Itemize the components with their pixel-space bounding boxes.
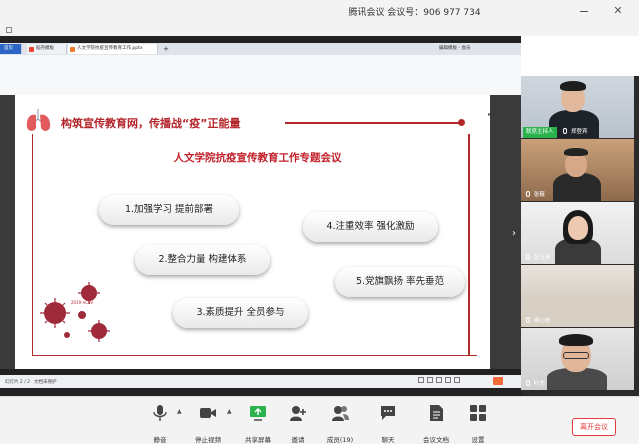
tab-doc-label: 人文学院抗疫宣传教育工作.pptx xyxy=(77,46,143,51)
agenda-item-1: 1.加强学习 提前部署 xyxy=(99,195,239,225)
participant-name-bar: 叶杰 xyxy=(521,379,545,390)
participant-name-bar: 张玉清 xyxy=(521,253,550,264)
mic-icon xyxy=(526,317,530,323)
participant-tile[interactable]: 联席主持人 郑登宾 xyxy=(521,76,634,138)
participant-tile[interactable]: 叶杰 xyxy=(521,328,634,390)
participant-name: 谢心怡 xyxy=(533,318,551,324)
participant-name: 叶杰 xyxy=(533,381,545,387)
chat-icon xyxy=(381,406,395,420)
mute-button[interactable]: 静音 xyxy=(138,402,182,444)
stop-video-button[interactable]: 停止视频 xyxy=(186,402,230,444)
presentation-slide: 构筑宣传教育网，传播战“疫”正能量 人文学院抗疫宣传教育工作专题会议 1.加强学… xyxy=(15,95,490,369)
participant-name-bar: 张巍 xyxy=(521,190,545,201)
video-camera-icon xyxy=(200,408,216,418)
slide-count: 幻灯片 2 / 2 xyxy=(5,380,31,385)
tab-template[interactable]: 稻壳模板 xyxy=(27,44,67,54)
participant-name-bar: 联席主持人 郑登宾 xyxy=(521,127,588,138)
close-button[interactable]: ✕ xyxy=(611,4,625,18)
participant-list: 联席主持人 郑登宾 张巍 张玉清 谢心怡 叶杰 xyxy=(521,76,639,396)
agenda-item-2: 2.整合力量 构建体系 xyxy=(135,245,270,275)
agenda-item-3: 3.素质提升 全员参与 xyxy=(173,298,308,328)
lungs-icon xyxy=(26,109,51,131)
participant-tile[interactable]: 张玉清 xyxy=(521,202,634,264)
slide-margin-left xyxy=(0,95,15,369)
mic-icon xyxy=(563,128,568,134)
view-mode-icons[interactable] xyxy=(418,377,488,386)
settings-label: 设置 xyxy=(471,436,485,444)
meeting-control-bar: 静音 ▲ 停止视频 ▲ 共享屏幕 邀请 成员(19) 聊天 会议文档 设置 xyxy=(0,396,639,444)
chevron-up-icon[interactable]: ▲ xyxy=(227,408,232,415)
tab-template-label: 稻壳模板 xyxy=(36,46,54,51)
play-slideshow-button[interactable] xyxy=(493,377,503,385)
participant-tile[interactable]: 张巍 xyxy=(521,139,634,201)
settings-grid-icon xyxy=(470,405,486,421)
chat-button[interactable]: 聊天 xyxy=(366,402,410,444)
chevron-up-icon[interactable]: ▲ xyxy=(177,408,182,415)
ppt-status-bar: 幻灯片 2 / 2 文档未保护 xyxy=(0,375,521,388)
share-screen-icon xyxy=(250,406,266,421)
virus-icon xyxy=(40,282,110,342)
shared-browser-tabs: 首页 稻壳模板 人文学院抗疫宣传教育工作.pptx + 编辑模板 - 会员 xyxy=(0,43,521,55)
mic-icon xyxy=(526,191,530,197)
chevron-right-icon[interactable]: › xyxy=(509,228,519,240)
tab-home[interactable]: 首页 xyxy=(0,44,22,54)
tab-pptx-document[interactable]: 人文学院抗疫宣传教育工作.pptx xyxy=(68,44,158,54)
agenda-item-4: 4.注重效率 强化激励 xyxy=(303,212,438,242)
cohost-badge: 联席主持人 xyxy=(523,127,557,138)
mouse-cursor-icon: ↖ xyxy=(487,111,494,120)
participant-name-bar: 谢心怡 xyxy=(521,316,550,327)
participant-name: 张巍 xyxy=(533,192,545,198)
members-button[interactable]: 成员(19) xyxy=(318,402,362,444)
add-user-icon xyxy=(290,406,306,421)
stop-video-label: 停止视频 xyxy=(195,436,221,444)
minimize-button[interactable] xyxy=(577,4,591,18)
heading-divider xyxy=(285,122,460,124)
microphone-icon xyxy=(153,405,167,421)
participant-name: 郑登宾 xyxy=(571,129,588,135)
protect-status: 文档未保护 xyxy=(34,380,57,385)
settings-button[interactable]: 设置 xyxy=(456,402,500,444)
window-subbar xyxy=(0,24,639,36)
slide-heading: 构筑宣传教育网，传播战“疫”正能量 xyxy=(61,117,241,130)
document-icon xyxy=(430,405,443,421)
heading-dot xyxy=(458,119,465,126)
title-bar: 腾讯会议 会议号：906 977 734 ✕ xyxy=(0,0,639,24)
leave-meeting-button[interactable]: 离开会议 xyxy=(572,418,616,436)
mic-icon xyxy=(526,254,530,260)
slide-frame-right xyxy=(468,134,470,356)
layout-icon[interactable] xyxy=(6,27,12,33)
ppt-toolbar xyxy=(0,55,521,95)
agenda-item-5: 5.党旗飘扬 率先垂范 xyxy=(335,267,465,297)
members-icon xyxy=(332,406,349,421)
participant-name: 张玉清 xyxy=(533,255,551,261)
new-tab-button[interactable]: + xyxy=(161,44,171,54)
meeting-title: 腾讯会议 会议号：906 977 734 xyxy=(348,8,481,18)
docer-icon xyxy=(29,46,34,52)
mic-icon xyxy=(526,380,530,386)
virus-label: 2019-nCoV xyxy=(71,300,94,305)
ppt-file-icon xyxy=(70,46,75,52)
screen-bottom-strip xyxy=(0,388,521,396)
participant-tile[interactable]: 谢心怡 xyxy=(521,265,634,327)
member-template-tab[interactable]: 编辑模板 - 会员 xyxy=(430,44,520,54)
